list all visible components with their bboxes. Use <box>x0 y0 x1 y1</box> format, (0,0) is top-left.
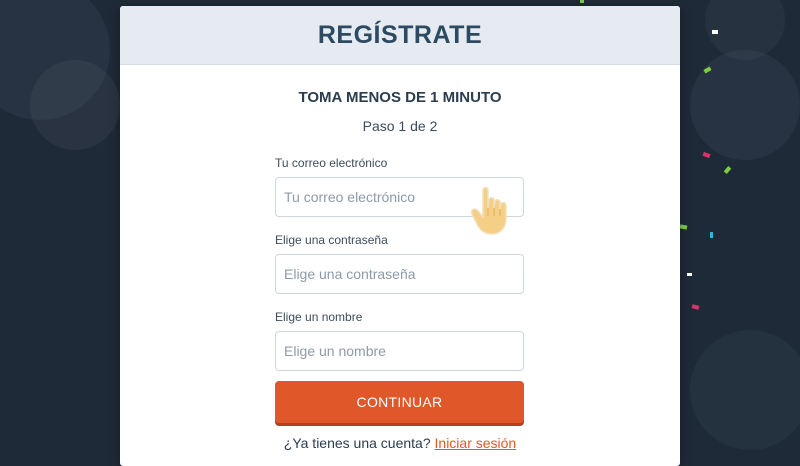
modal-subtitle: TOMA MENOS DE 1 MINUTO <box>298 89 502 106</box>
continue-button[interactable]: CONTINUAR <box>275 381 524 423</box>
login-prompt-text: ¿Ya tienes una cuenta? <box>283 435 431 451</box>
confetti <box>712 30 718 34</box>
signup-modal: REGÍSTRATE TOMA MENOS DE 1 MINUTO Paso 1… <box>120 6 680 466</box>
pointing-hand-icon <box>470 186 520 243</box>
step-indicator: Paso 1 de 2 <box>362 118 438 134</box>
modal-header: REGÍSTRATE <box>120 6 680 65</box>
bokeh-light <box>690 330 800 450</box>
bokeh-light <box>690 50 800 160</box>
confetti <box>687 273 692 276</box>
confetti <box>691 304 700 310</box>
login-link[interactable]: Iniciar sesión <box>435 435 517 451</box>
modal-title: REGÍSTRATE <box>317 20 483 49</box>
login-prompt: ¿Ya tienes una cuenta? Iniciar sesión <box>120 435 680 451</box>
confetti <box>723 166 732 174</box>
confetti <box>702 151 711 159</box>
bokeh-light <box>30 60 120 150</box>
name-field[interactable] <box>275 331 524 371</box>
password-field[interactable] <box>275 254 524 294</box>
name-label: Elige un nombre <box>275 310 363 324</box>
confetti <box>580 0 584 3</box>
confetti <box>710 232 713 238</box>
confetti <box>679 224 688 230</box>
email-label: Tu correo electrónico <box>275 156 388 170</box>
